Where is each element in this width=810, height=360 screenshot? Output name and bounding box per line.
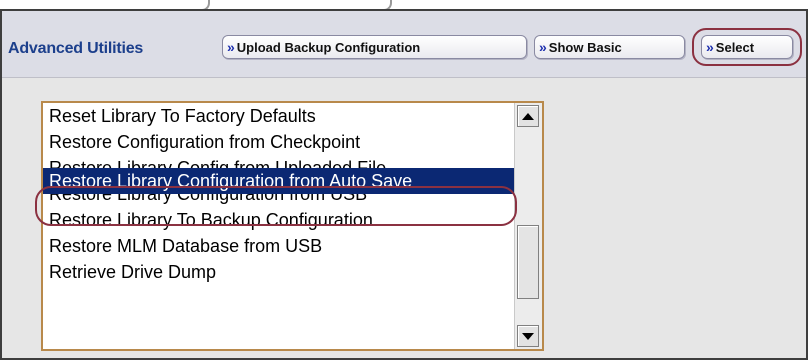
list-item-label: Restore Library Configuration from USB xyxy=(49,194,368,204)
list-item-partially-hidden[interactable]: Restore Library Config from Uploaded Fil… xyxy=(43,155,515,168)
toolbar-title: Advanced Utilities xyxy=(8,40,144,57)
upload-backup-configuration-label: Upload Backup Configuration xyxy=(236,39,421,55)
arrow-down-icon xyxy=(522,332,534,340)
list-item[interactable]: Restore MLM Database from USB xyxy=(43,233,515,259)
list-scrollbar[interactable] xyxy=(514,103,542,349)
utilities-list-items: Reset Library To Factory Defaults Restor… xyxy=(43,103,515,349)
upload-backup-configuration-button[interactable]: » Upload Backup Configuration xyxy=(222,35,527,59)
scroll-up-button[interactable] xyxy=(517,105,539,127)
utilities-listbox[interactable]: Reset Library To Factory Defaults Restor… xyxy=(41,101,544,351)
scrollbar-thumb[interactable] xyxy=(517,225,539,299)
double-chevron-right-icon: » xyxy=(539,39,547,55)
list-item-partially-hidden[interactable]: Restore Library Configuration from USB xyxy=(43,194,515,207)
content-area: Reset Library To Factory Defaults Restor… xyxy=(2,78,806,358)
utilities-panel: Advanced Utilities » Upload Backup Confi… xyxy=(0,9,808,360)
show-basic-button[interactable]: » Show Basic xyxy=(534,35,685,59)
select-callout-ring xyxy=(692,28,802,66)
scroll-down-button[interactable] xyxy=(517,325,539,347)
list-item[interactable]: Restore Configuration from Checkpoint xyxy=(43,129,515,155)
toolbar: Advanced Utilities » Upload Backup Confi… xyxy=(2,11,806,78)
show-basic-label: Show Basic xyxy=(548,39,622,55)
list-item-selected[interactable]: Restore Library Configuration from Auto … xyxy=(43,168,515,194)
list-item[interactable]: Restore Library To Backup Configuration xyxy=(43,207,515,233)
double-chevron-right-icon: » xyxy=(227,39,235,55)
list-item-label: Restore Library Config from Uploaded Fil… xyxy=(49,158,387,168)
arrow-up-icon xyxy=(522,112,534,120)
list-item[interactable]: Retrieve Drive Dump xyxy=(43,259,515,285)
list-item[interactable]: Reset Library To Factory Defaults xyxy=(43,103,515,129)
